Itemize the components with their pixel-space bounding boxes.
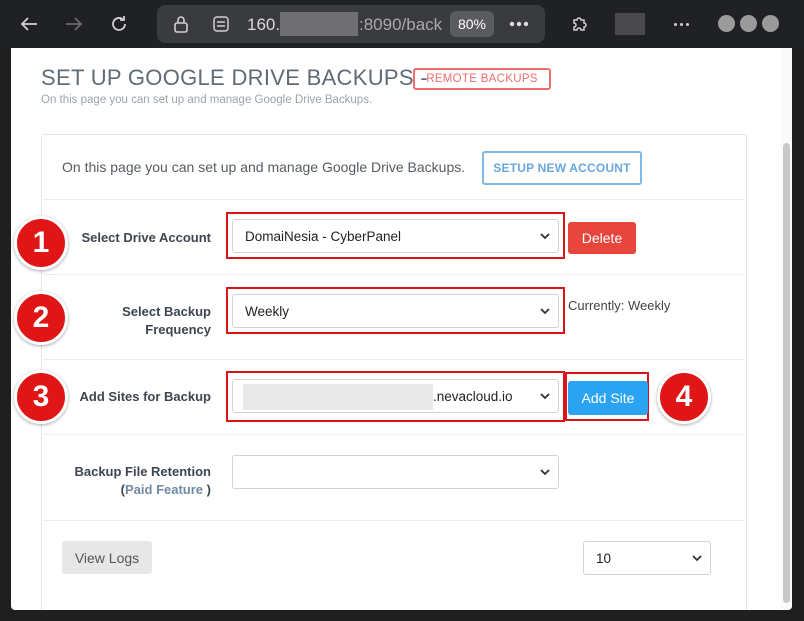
retention-label-text: Backup File Retention — [74, 464, 211, 479]
window-maximize-button[interactable] — [740, 15, 757, 32]
chevron-down-icon — [540, 233, 550, 240]
callout-badge-4: 4 — [657, 370, 711, 424]
add-site-button[interactable]: Add Site — [568, 381, 648, 415]
divider — [43, 199, 745, 200]
drive-account-label: Select Drive Account — [81, 230, 211, 245]
window-close-button[interactable] — [762, 15, 779, 32]
backup-frequency-label: Select Backup Frequency — [122, 303, 211, 339]
reload-button[interactable] — [105, 10, 133, 38]
back-button[interactable] — [15, 10, 43, 38]
reload-icon — [112, 16, 126, 31]
backup-settings-panel: On this page you can set up and manage G… — [41, 134, 747, 610]
page-title: SET UP GOOGLE DRIVE BACKUPS - — [41, 65, 428, 90]
paid-feature-link[interactable]: Paid Feature — [125, 482, 203, 497]
frequency-label-line1: Select Backup — [122, 304, 211, 319]
divider — [43, 434, 745, 435]
window-minimize-button[interactable] — [718, 15, 735, 32]
address-bar[interactable]: 160. :8090/back 80% — [157, 5, 545, 43]
chevron-down-icon — [540, 393, 550, 400]
browser-menu-button[interactable] — [668, 12, 694, 36]
forward-button[interactable] — [60, 10, 88, 38]
divider — [43, 274, 745, 275]
divider — [43, 359, 745, 360]
retention-select[interactable] — [232, 455, 559, 489]
page-size-value: 10 — [596, 550, 612, 566]
site-domain-suffix: .nevacloud.io — [433, 388, 513, 404]
site-name-redacted — [243, 384, 433, 410]
add-sites-label: Add Sites for Backup — [79, 389, 211, 404]
browser-toolbar: 160. :8090/back 80% — [0, 0, 804, 48]
current-frequency-text: Currently: Weekly — [568, 298, 671, 313]
lock-icon — [174, 16, 188, 33]
panel-intro-text: On this page you can set up and manage G… — [62, 159, 466, 175]
address-more-button[interactable] — [505, 12, 533, 36]
divider — [43, 520, 745, 521]
more-dots-icon — [509, 21, 529, 27]
url-start: 160. — [247, 15, 281, 34]
callout-badge-1: 1 — [14, 216, 68, 270]
backup-frequency-value: Weekly — [245, 303, 290, 319]
extensions-button[interactable] — [566, 10, 594, 38]
delete-account-button[interactable]: Delete — [568, 222, 636, 254]
page-viewport: SET UP GOOGLE DRIVE BACKUPS - REMOTE BAC… — [11, 48, 792, 610]
page-size-select[interactable]: 10 — [583, 541, 711, 575]
page-subtitle: On this page you can set up and manage G… — [41, 94, 373, 106]
extension-redacted-icon[interactable] — [615, 13, 645, 35]
site-info-icon[interactable] — [213, 16, 229, 32]
frequency-label-line2: Frequency — [145, 322, 211, 337]
back-arrow-icon — [20, 17, 37, 31]
backup-frequency-select[interactable]: Weekly — [232, 294, 559, 328]
drive-account-select[interactable]: DomaiNesia - CyberPanel — [232, 219, 559, 253]
chevron-down-icon — [692, 555, 702, 562]
url-redacted-block — [280, 12, 358, 36]
zoom-indicator[interactable]: 80% — [450, 11, 494, 37]
puzzle-icon — [573, 17, 587, 31]
view-logs-button[interactable]: View Logs — [62, 541, 152, 574]
site-select[interactable]: .nevacloud.io — [232, 379, 559, 413]
remote-backups-badge[interactable]: REMOTE BACKUPS — [413, 68, 551, 90]
forward-arrow-icon — [66, 17, 83, 31]
chevron-down-icon — [540, 469, 550, 476]
callout-badge-2: 2 — [14, 291, 68, 345]
paid-feature-close: ) — [203, 482, 211, 497]
scrollbar-thumb[interactable] — [783, 143, 790, 603]
callout-badge-3: 3 — [14, 370, 68, 424]
chevron-down-icon — [540, 308, 550, 315]
drive-account-value: DomaiNesia - CyberPanel — [245, 228, 402, 244]
setup-new-account-button[interactable]: SETUP NEW ACCOUNT — [482, 151, 642, 185]
retention-label: Backup File Retention (Paid Feature ) — [74, 463, 211, 499]
